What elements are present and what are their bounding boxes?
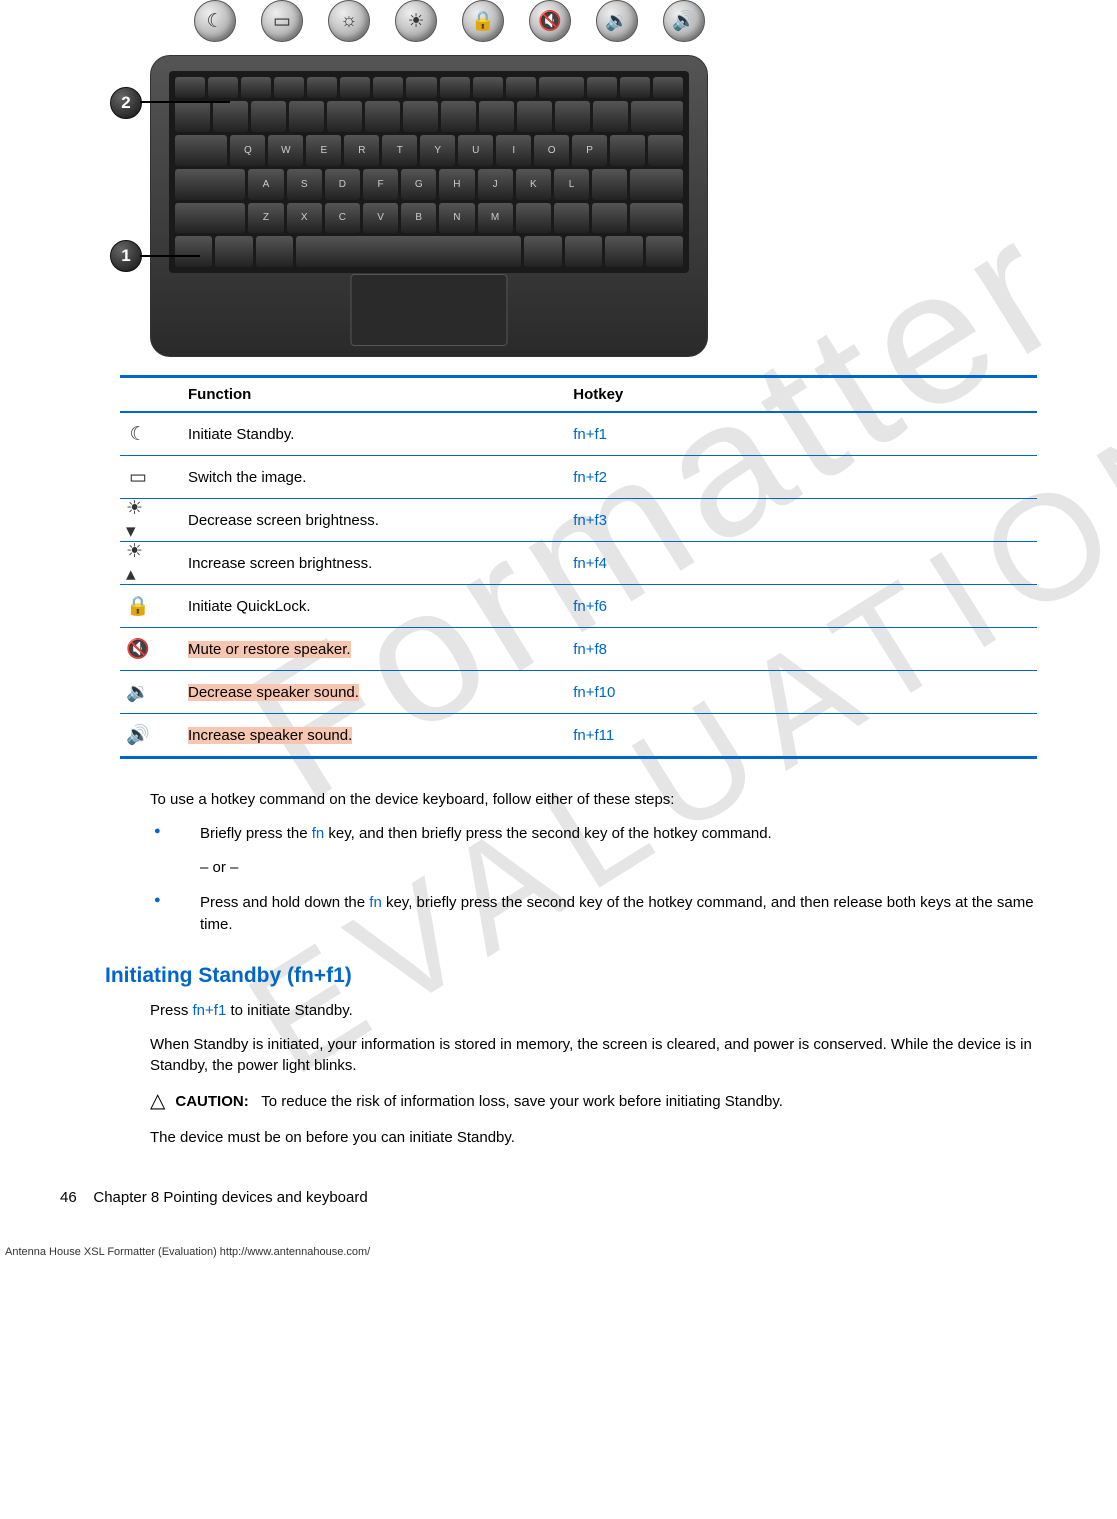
brightness-up-icon: ☀	[395, 0, 437, 42]
th-function: Function	[182, 377, 567, 413]
brightness-down-icon: ☀▾	[126, 509, 150, 531]
table-row: 🔊 Increase speaker sound.fn+f11	[120, 714, 1037, 758]
table-row: 🔒 Initiate QuickLock.fn+f6	[120, 585, 1037, 628]
hotkey-cell: fn+f3	[567, 499, 1037, 542]
table-row: ☾ Initiate Standby.fn+f1	[120, 412, 1037, 456]
th-hotkey: Hotkey	[567, 377, 1037, 413]
page-footer: 46 Chapter 8 Pointing devices and keyboa…	[60, 1189, 1057, 1206]
hotkey-cell: fn+f2	[567, 456, 1037, 499]
brightness-up-icon: ☀▴	[126, 552, 150, 574]
hotkey-cell: fn+f10	[567, 671, 1037, 714]
mute-icon: 🔇	[529, 0, 571, 42]
hotkey-cell: fn+f4	[567, 542, 1037, 585]
moon-icon: ☾	[194, 0, 236, 42]
hotkey-cell: fn+f11	[567, 714, 1037, 758]
table-row: ▭ Switch the image.fn+f2	[120, 456, 1037, 499]
callout-2: 2	[110, 87, 142, 119]
bullet-1: Briefly press the fn key, and then brief…	[150, 823, 1037, 879]
table-row: 🔇 Mute or restore speaker.fn+f8	[120, 628, 1037, 671]
keyboard-diagram: ☾ ▭ ☼ ☀ 🔒 🔇 🔉 🔊 QWERTYUIOP ASDFG	[150, 0, 710, 360]
hotkey-cell: fn+f8	[567, 628, 1037, 671]
callout-1: 1	[110, 240, 142, 272]
volume-up-icon: 🔊	[663, 0, 705, 42]
caution-icon: △	[150, 1091, 165, 1111]
mute-icon: 🔇	[126, 638, 150, 660]
function-cell: Decrease speaker sound.	[182, 671, 567, 714]
volume-up-icon: 🔊	[126, 724, 150, 746]
function-cell: Initiate Standby.	[182, 412, 567, 456]
function-cell: Increase speaker sound.	[182, 714, 567, 758]
display-icon: ▭	[261, 0, 303, 42]
hotkey-cell: fn+f6	[567, 585, 1037, 628]
hotkey-cell: fn+f1	[567, 412, 1037, 456]
table-row: ☀▾ Decrease screen brightness.fn+f3	[120, 499, 1037, 542]
bullet-2: Press and hold down the fn key, briefly …	[150, 892, 1037, 936]
lock-icon: 🔒	[462, 0, 504, 42]
caution-note: △ CAUTION: To reduce the risk of informa…	[150, 1091, 1037, 1113]
table-row: ☀▴ Increase screen brightness.fn+f4	[120, 542, 1037, 585]
p1: Press fn+f1 to initiate Standby.	[150, 1000, 1037, 1022]
antenna-footer: Antenna House XSL Formatter (Evaluation)…	[5, 1246, 1057, 1258]
moon-icon: ☾	[126, 423, 150, 445]
display-icon: ▭	[126, 466, 150, 488]
p3: The device must be on before you can ini…	[150, 1127, 1037, 1149]
volume-down-icon: 🔉	[596, 0, 638, 42]
hotkey-table: Function Hotkey ☾Initiate Standby.fn+f1▭…	[120, 375, 1037, 759]
brightness-down-icon: ☼	[328, 0, 370, 42]
table-row: 🔉 Decrease speaker sound.fn+f10	[120, 671, 1037, 714]
volume-down-icon: 🔉	[126, 681, 150, 703]
function-cell: Mute or restore speaker.	[182, 628, 567, 671]
p2: When Standby is initiated, your informat…	[150, 1034, 1037, 1078]
section-heading: Initiating Standby (fn+f1)	[105, 964, 1057, 988]
lock-icon: 🔒	[126, 595, 150, 617]
intro-text: To use a hotkey command on the device ke…	[150, 789, 1037, 811]
function-cell: Switch the image.	[182, 456, 567, 499]
function-cell: Decrease screen brightness.	[182, 499, 567, 542]
function-cell: Initiate QuickLock.	[182, 585, 567, 628]
function-cell: Increase screen brightness.	[182, 542, 567, 585]
